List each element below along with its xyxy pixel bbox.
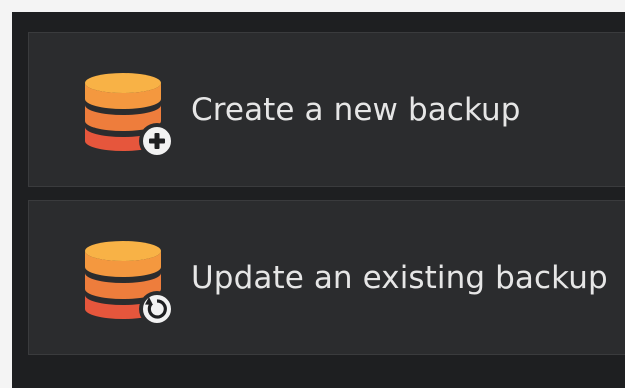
database-add-icon	[79, 63, 179, 163]
create-backup-label: Create a new backup	[191, 91, 521, 128]
update-backup-label: Update an existing backup	[191, 259, 608, 296]
update-backup-option[interactable]: Update an existing backup	[28, 200, 625, 355]
create-backup-option[interactable]: Create a new backup	[28, 32, 625, 187]
database-refresh-icon	[79, 231, 179, 331]
